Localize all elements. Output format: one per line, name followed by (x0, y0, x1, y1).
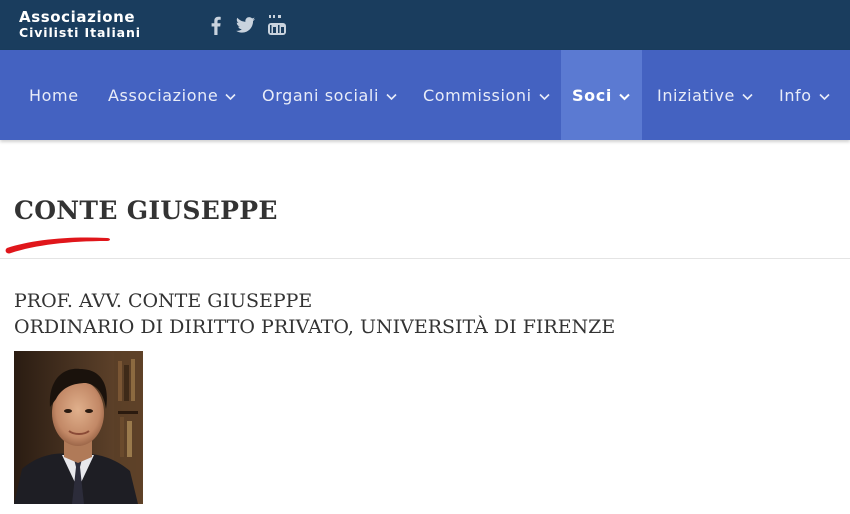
nav-item-associazione[interactable]: Associazione (108, 50, 237, 140)
logo-line-2: Civilisti Italiani (19, 25, 141, 40)
youtube-icon[interactable] (266, 14, 288, 36)
member-role-heading: ORDINARIO DI DIRITTO PRIVATO, UNIVERSITÀ… (14, 316, 616, 338)
member-name-heading: PROF. AVV. CONTE GIUSEPPE (14, 290, 313, 312)
chevron-down-icon (741, 90, 754, 103)
nav-label: Organi sociali (262, 85, 379, 105)
nav-item-home[interactable]: Home (29, 50, 79, 140)
nav-label: Home (29, 85, 79, 105)
chevron-down-icon (538, 90, 551, 103)
logo-line-1: Associazione (19, 8, 136, 26)
nav-label: Iniziative (657, 85, 735, 105)
chevron-down-icon (224, 90, 237, 103)
nav-label: Associazione (108, 85, 219, 105)
twitter-icon[interactable] (234, 14, 256, 36)
nav-label: Soci (572, 85, 612, 105)
nav-item-info[interactable]: Info (779, 50, 831, 140)
red-underline-annotation (5, 237, 110, 254)
main-nav: Home Associazione Organi sociali Commiss… (0, 50, 850, 140)
divider (0, 258, 850, 259)
member-portrait (14, 351, 143, 504)
chevron-down-icon (385, 90, 398, 103)
chevron-down-icon (618, 90, 631, 103)
facebook-icon[interactable] (207, 14, 225, 36)
site-logo[interactable]: Associazione Civilisti Italiani (19, 8, 141, 41)
chevron-down-icon (818, 90, 831, 103)
nav-label: Info (779, 85, 812, 105)
nav-item-iniziative[interactable]: Iniziative (657, 50, 754, 140)
nav-item-organi-sociali[interactable]: Organi sociali (262, 50, 398, 140)
top-bar: Associazione Civilisti Italiani (0, 0, 850, 50)
nav-label: Commissioni (423, 85, 532, 105)
nav-item-soci[interactable]: Soci (561, 50, 642, 140)
page-title: CONTE GIUSEPPE (14, 196, 278, 225)
nav-item-commissioni[interactable]: Commissioni (423, 50, 551, 140)
